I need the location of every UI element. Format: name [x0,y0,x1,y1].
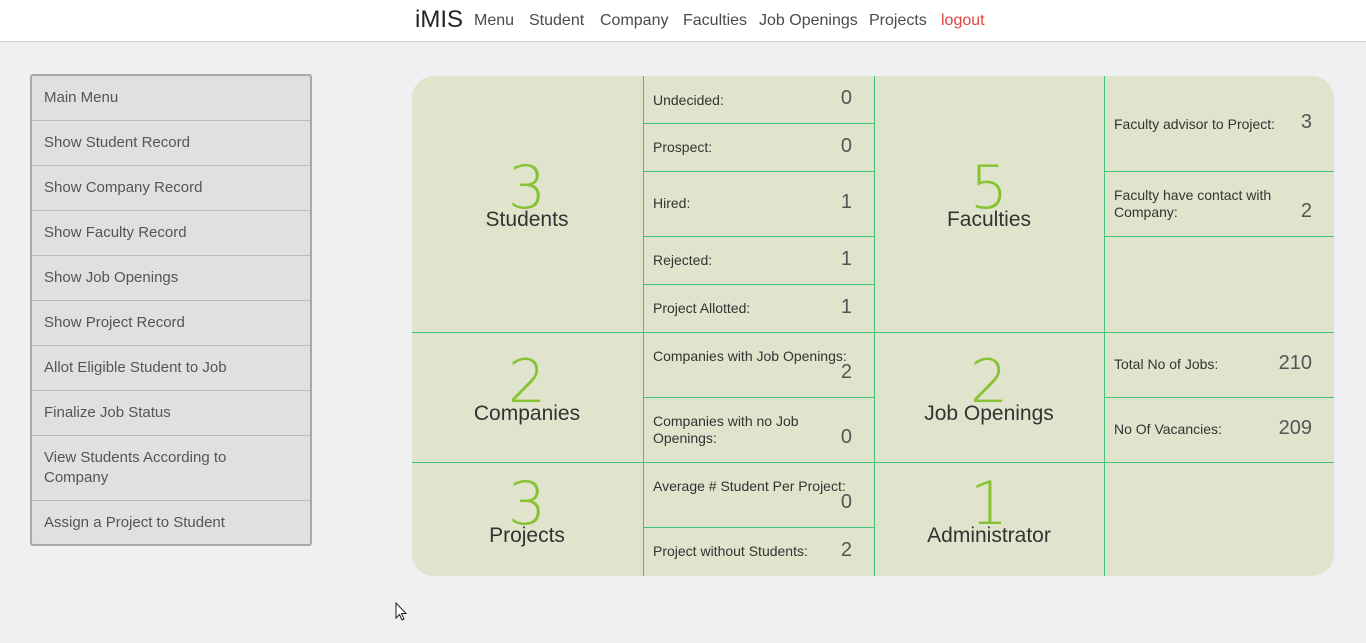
grid-divider [1104,397,1334,398]
faculties-label: Faculties [946,208,1032,231]
sidebar-item-main-menu[interactable]: Main Menu [32,76,310,121]
stat-companies-with-jobs-value: 2 [840,361,852,383]
projects-label: Projects [489,524,565,547]
stat-project-allotted-value: 1 [840,296,852,318]
companies-label: Companies [473,402,581,425]
stat-rejected-label: Rejected: [653,252,713,268]
grid-divider [412,332,1334,333]
stat-projects-no-students-value: 2 [840,539,852,561]
grid-divider [643,76,644,576]
grid-divider [643,397,874,398]
grid-divider [1104,76,1105,576]
sidebar-menu: Main Menu Show Student Record Show Compa… [30,74,312,546]
grid-divider [1104,236,1334,237]
stat-hired-value: 1 [840,191,852,213]
stat-faculty-advisor-label: Faculty advisor to Project: [1114,116,1276,132]
stat-total-jobs-value: 210 [1278,352,1312,374]
mouse-cursor-icon [395,602,408,621]
brand-logo[interactable]: iMIS [415,6,463,34]
nav-projects-link[interactable]: Projects [869,12,927,30]
grid-divider [1104,171,1334,172]
sidebar-item-view-students-by-company[interactable]: View Students According to Company [32,436,310,501]
grid-divider [412,462,1334,463]
nav-student-link[interactable]: Student [529,12,584,30]
stat-undecided-value: 0 [840,87,852,109]
stat-faculty-contact-label: Faculty have contact with Company: [1114,187,1272,220]
nav-job-openings-link[interactable]: Job Openings [759,12,858,30]
stat-project-allotted-label: Project Allotted: [653,300,751,316]
students-label: Students [485,208,569,231]
stat-rejected-value: 1 [840,248,852,270]
sidebar-item-show-project-record[interactable]: Show Project Record [32,301,310,346]
dashboard-panel: 3 Students Undecided: 0 Prospect: 0 Hire… [412,76,1334,576]
stat-total-jobs-label: Total No of Jobs: [1114,356,1219,372]
stat-avg-students-value: 0 [840,491,852,513]
top-navbar: iMIS Menu Student Company Faculties Job … [0,0,1366,42]
grid-divider [643,236,874,237]
stat-projects-no-students-label: Project without Students: [653,543,808,559]
stat-prospect-value: 0 [840,135,852,157]
sidebar-item-show-faculty-record[interactable]: Show Faculty Record [32,211,310,256]
stat-faculty-contact-value: 2 [1300,200,1312,222]
sidebar-item-show-job-openings[interactable]: Show Job Openings [32,256,310,301]
stat-faculty-advisor-value: 3 [1300,111,1312,133]
job-openings-label: Job Openings [924,402,1054,425]
stat-vacancies-value: 209 [1278,417,1312,439]
stat-undecided-label: Undecided: [653,92,724,108]
nav-menu-link[interactable]: Menu [474,12,514,30]
grid-divider [643,284,874,285]
stat-prospect-label: Prospect: [653,139,713,155]
nav-faculties-link[interactable]: Faculties [683,12,747,30]
sidebar-item-allot-student-to-job[interactable]: Allot Eligible Student to Job [32,346,310,391]
sidebar-item-finalize-job-status[interactable]: Finalize Job Status [32,391,310,436]
grid-divider [643,123,874,124]
grid-divider [643,171,874,172]
nav-logout-link[interactable]: logout [941,12,985,30]
stat-hired-label: Hired: [653,195,691,211]
grid-divider [643,527,874,528]
stat-companies-no-jobs-label: Companies with no Job Openings: [653,413,799,446]
nav-company-link[interactable]: Company [600,12,668,30]
sidebar-item-show-company-record[interactable]: Show Company Record [32,166,310,211]
stat-vacancies-label: No Of Vacancies: [1114,421,1222,437]
sidebar-item-show-student-record[interactable]: Show Student Record [32,121,310,166]
sidebar-item-assign-project[interactable]: Assign a Project to Student [32,501,310,544]
administrator-label: Administrator [927,524,1051,547]
stat-companies-no-jobs-value: 0 [840,426,852,448]
